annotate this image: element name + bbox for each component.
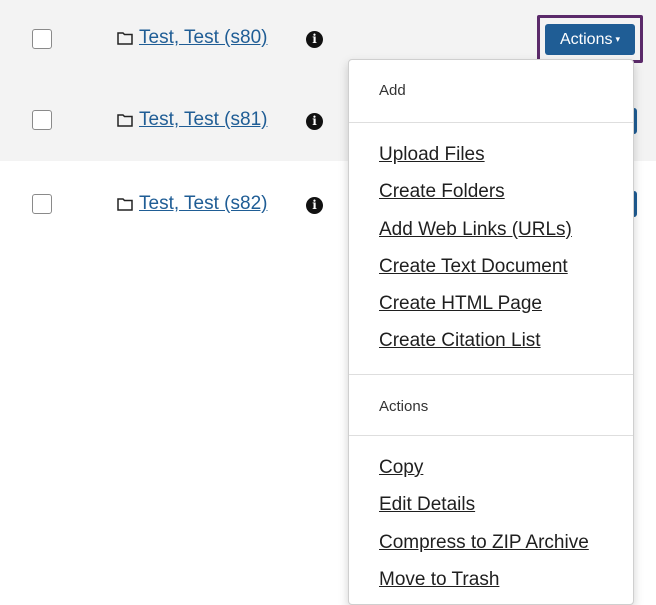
menu-item-move-to-trash[interactable]: Move to Trash <box>379 569 499 591</box>
menu-divider <box>349 122 633 123</box>
menu-section-header-actions: Actions <box>379 398 429 415</box>
folder-icon <box>117 198 133 211</box>
menu-divider <box>349 374 633 375</box>
row-checkbox[interactable] <box>32 29 52 49</box>
menu-item-create-text-document[interactable]: Create Text Document <box>379 256 568 278</box>
menu-item-add-web-links[interactable]: Add Web Links (URLs) <box>379 219 572 241</box>
folder-icon <box>117 32 133 45</box>
info-icon[interactable]: i <box>306 197 323 214</box>
folder-link[interactable]: Test, Test (s82) <box>139 193 267 215</box>
menu-item-copy[interactable]: Copy <box>379 457 423 479</box>
actions-button[interactable]: Actions ▾ <box>545 24 635 55</box>
info-icon[interactable]: i <box>306 31 323 48</box>
menu-divider <box>349 435 633 436</box>
folder-link[interactable]: Test, Test (s80) <box>139 27 267 49</box>
menu-item-compress-zip[interactable]: Compress to ZIP Archive <box>379 532 589 554</box>
caret-down-icon: ▾ <box>615 34 620 44</box>
menu-item-create-citation-list[interactable]: Create Citation List <box>379 330 541 352</box>
row-checkbox[interactable] <box>32 110 52 130</box>
menu-section-header-add: Add <box>379 82 406 99</box>
actions-dropdown-menu: Add Upload Files Create Folders Add Web … <box>348 59 634 605</box>
info-icon[interactable]: i <box>306 113 323 130</box>
menu-item-create-html-page[interactable]: Create HTML Page <box>379 293 542 315</box>
folder-icon <box>117 114 133 127</box>
menu-item-create-folders[interactable]: Create Folders <box>379 181 505 203</box>
folder-link[interactable]: Test, Test (s81) <box>139 109 267 131</box>
row-checkbox[interactable] <box>32 194 52 214</box>
menu-item-upload-files[interactable]: Upload Files <box>379 144 485 166</box>
actions-button-label: Actions <box>560 31 613 48</box>
menu-item-edit-details[interactable]: Edit Details <box>379 494 475 516</box>
